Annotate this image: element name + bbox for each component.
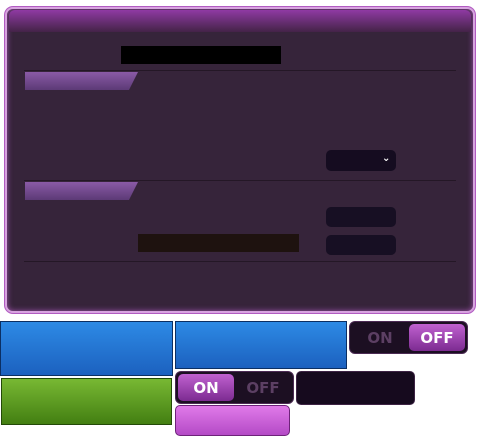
- dropdown-select[interactable]: ⌄: [326, 150, 396, 171]
- divider: [24, 70, 456, 71]
- blue-button[interactable]: [0, 321, 173, 376]
- panel-title-bar: [9, 10, 471, 32]
- pink-button[interactable]: [175, 405, 290, 436]
- text-input[interactable]: [296, 371, 415, 405]
- value-input[interactable]: [138, 234, 299, 252]
- name-input[interactable]: [121, 46, 281, 64]
- option-button[interactable]: [326, 207, 396, 227]
- divider: [24, 261, 456, 262]
- on-off-toggle[interactable]: ON OFF: [349, 321, 468, 354]
- chevron-down-icon: ⌄: [382, 153, 391, 164]
- toggle-off-option[interactable]: OFF: [235, 374, 291, 401]
- on-off-toggle[interactable]: ON OFF: [175, 371, 294, 404]
- green-button[interactable]: [1, 378, 172, 425]
- toggle-on-option[interactable]: ON: [352, 324, 408, 351]
- divider: [24, 180, 456, 181]
- blue-button[interactable]: [175, 321, 347, 369]
- option-button[interactable]: [326, 235, 396, 255]
- toggle-off-option[interactable]: OFF: [409, 324, 465, 351]
- toggle-on-option[interactable]: ON: [178, 374, 234, 401]
- section-header-tab: [25, 182, 138, 200]
- section-header-tab: [25, 72, 138, 90]
